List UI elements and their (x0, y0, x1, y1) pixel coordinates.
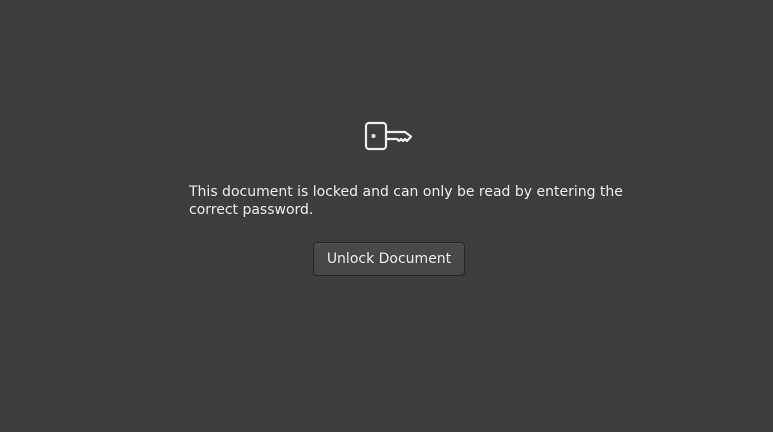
key-icon (363, 118, 415, 154)
locked-message: This document is locked and can only be … (189, 184, 623, 218)
unlock-document-button[interactable]: Unlock Document (313, 242, 465, 276)
locked-document-view: This document is locked and can only be … (0, 0, 773, 432)
